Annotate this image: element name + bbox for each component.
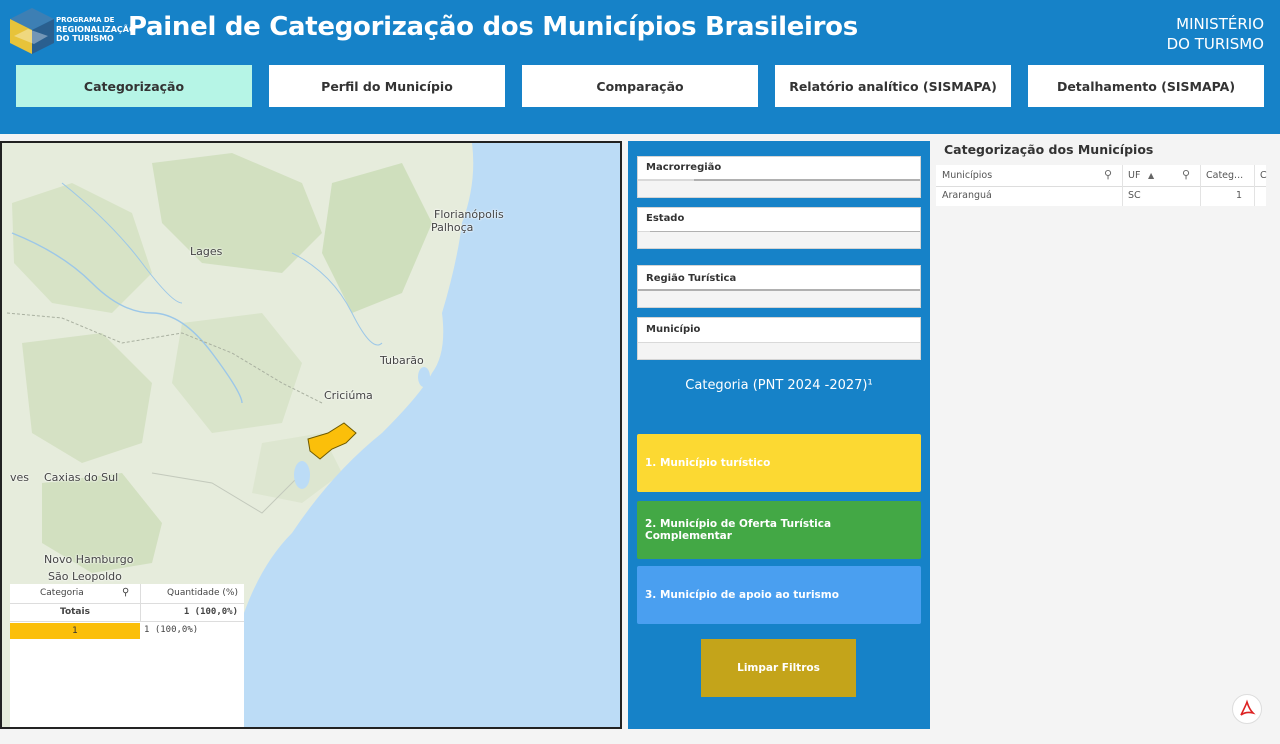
column-header-categoria[interactable]: Categoria — [40, 588, 84, 598]
municipios-panel: Categorização dos Municípios Municípios … — [936, 141, 1270, 729]
row-category-cell[interactable]: 1 — [10, 623, 140, 639]
column-header-extra[interactable]: C — [1260, 170, 1267, 181]
map-label-palhoca: Palhoça — [431, 221, 474, 234]
municipios-table: Municípios ⚲ UF ▲ ⚲ Categ... C Araranguá… — [936, 165, 1267, 206]
tab-categorizacao[interactable]: Categorização — [16, 65, 252, 107]
map-panel[interactable]: Florianópolis Palhoça Lages Tubarão Cric… — [0, 141, 622, 729]
map-label-lages: Lages — [190, 245, 223, 258]
totals-value: 1 (100,0%) — [183, 607, 238, 617]
program-logo: PROGRAMA DE REGIONALIZAÇÃO DO TURISMO — [8, 4, 136, 58]
tab-detalhamento[interactable]: Detalhamento (SISMAPA) — [1028, 65, 1264, 107]
export-pdf-button[interactable] — [1232, 694, 1262, 724]
map-label-tubarao: Tubarão — [380, 354, 424, 367]
filter-footer — [638, 181, 920, 197]
page-title: Painel de Categorização dos Municípios B… — [128, 12, 858, 42]
table-header: Municípios ⚲ UF ▲ ⚲ Categ... C — [936, 165, 1267, 187]
map-label-florianopolis: Florianópolis — [434, 208, 504, 221]
logo-line-3: DO TURISMO — [56, 34, 114, 43]
cell-categoria: 1 — [1236, 190, 1243, 201]
column-header-categoria[interactable]: Categ... — [1206, 170, 1243, 181]
table-totals-row: Totais 1 (100,0%) — [10, 604, 244, 622]
filter-panel: Macrorregião Estado Região Turística Mun… — [628, 141, 930, 729]
logo-line-2: REGIONALIZAÇÃO — [56, 25, 136, 34]
category-1-button[interactable]: 1. Município turístico — [637, 434, 921, 492]
cell-municipio: Araranguá — [942, 190, 992, 201]
logo-cube-icon — [10, 8, 54, 54]
map-label-criciuma: Criciúma — [324, 389, 373, 402]
map-label-ves: ves — [10, 471, 30, 484]
app-header: PROGRAMA DE REGIONALIZAÇÃO DO TURISMO Pa… — [0, 0, 1280, 134]
filter-footer — [638, 232, 920, 248]
filter-label: Estado — [646, 213, 685, 224]
filter-municipio[interactable]: Município — [637, 317, 921, 360]
table-header: Categoria ⚲ Quantidade (%) — [10, 584, 244, 622]
search-icon[interactable]: ⚲ — [1104, 168, 1112, 181]
logo-text: PROGRAMA DE REGIONALIZAÇÃO DO TURISMO — [56, 16, 136, 43]
search-icon[interactable]: ⚲ — [1182, 168, 1190, 181]
ministry-line-2: DO TURISMO — [1166, 35, 1264, 53]
clear-filters-button[interactable]: Limpar Filtros — [701, 639, 856, 697]
filter-macrorregiao[interactable]: Macrorregião — [637, 156, 921, 198]
column-header-quantidade[interactable]: Quantidade (%) — [167, 588, 238, 598]
cell-uf: SC — [1128, 190, 1141, 201]
map-label-novo-hamburgo: Novo Hamburgo — [44, 553, 134, 566]
row-quantity-cell: 1 (100,0%) — [144, 625, 199, 635]
map-label-caxias-do-sul: Caxias do Sul — [44, 471, 119, 484]
filter-estado[interactable]: Estado — [637, 207, 921, 249]
totals-label: Totais — [60, 607, 90, 617]
sort-ascending-icon[interactable]: ▲ — [1148, 171, 1154, 180]
filter-regiao-turistica[interactable]: Região Turística — [637, 265, 921, 308]
filter-label: Município — [646, 324, 701, 335]
ministry-logo-text: MINISTÉRIO DO TURISMO — [1167, 14, 1264, 54]
filter-footer — [638, 343, 920, 359]
tab-comparacao[interactable]: Comparação — [522, 65, 758, 107]
tab-relatorio-analitico[interactable]: Relatório analítico (SISMAPA) — [775, 65, 1011, 107]
municipios-table-title: Categorização dos Municípios — [944, 142, 1154, 157]
category-2-button[interactable]: 2. Município de Oferta Turística Complem… — [637, 501, 921, 559]
pdf-icon — [1240, 699, 1256, 716]
logo-line-1: PROGRAMA DE — [56, 16, 115, 24]
filter-label: Macrorregião — [646, 162, 722, 173]
map-label-sao-leopoldo: São Leopoldo — [48, 570, 122, 583]
category-summary-table: Categoria ⚲ Quantidade (%) Totais 1 (100… — [10, 584, 244, 727]
category-section-title: Categoria (PNT 2024 -2027)¹ — [685, 378, 873, 393]
filter-footer — [638, 291, 920, 307]
category-3-button[interactable]: 3. Município de apoio ao turismo — [637, 566, 921, 624]
filter-label: Região Turística — [646, 273, 737, 284]
search-icon[interactable]: ⚲ — [122, 587, 129, 598]
ministry-line-1: MINISTÉRIO — [1176, 15, 1264, 33]
tab-perfil-municipio[interactable]: Perfil do Município — [269, 65, 505, 107]
column-header-uf[interactable]: UF — [1128, 170, 1140, 181]
table-row[interactable]: 1 1 (100,0%) — [10, 623, 244, 639]
column-header-municipios[interactable]: Municípios — [942, 170, 992, 181]
table-row[interactable]: Araranguá SC 1 — [936, 187, 1266, 206]
